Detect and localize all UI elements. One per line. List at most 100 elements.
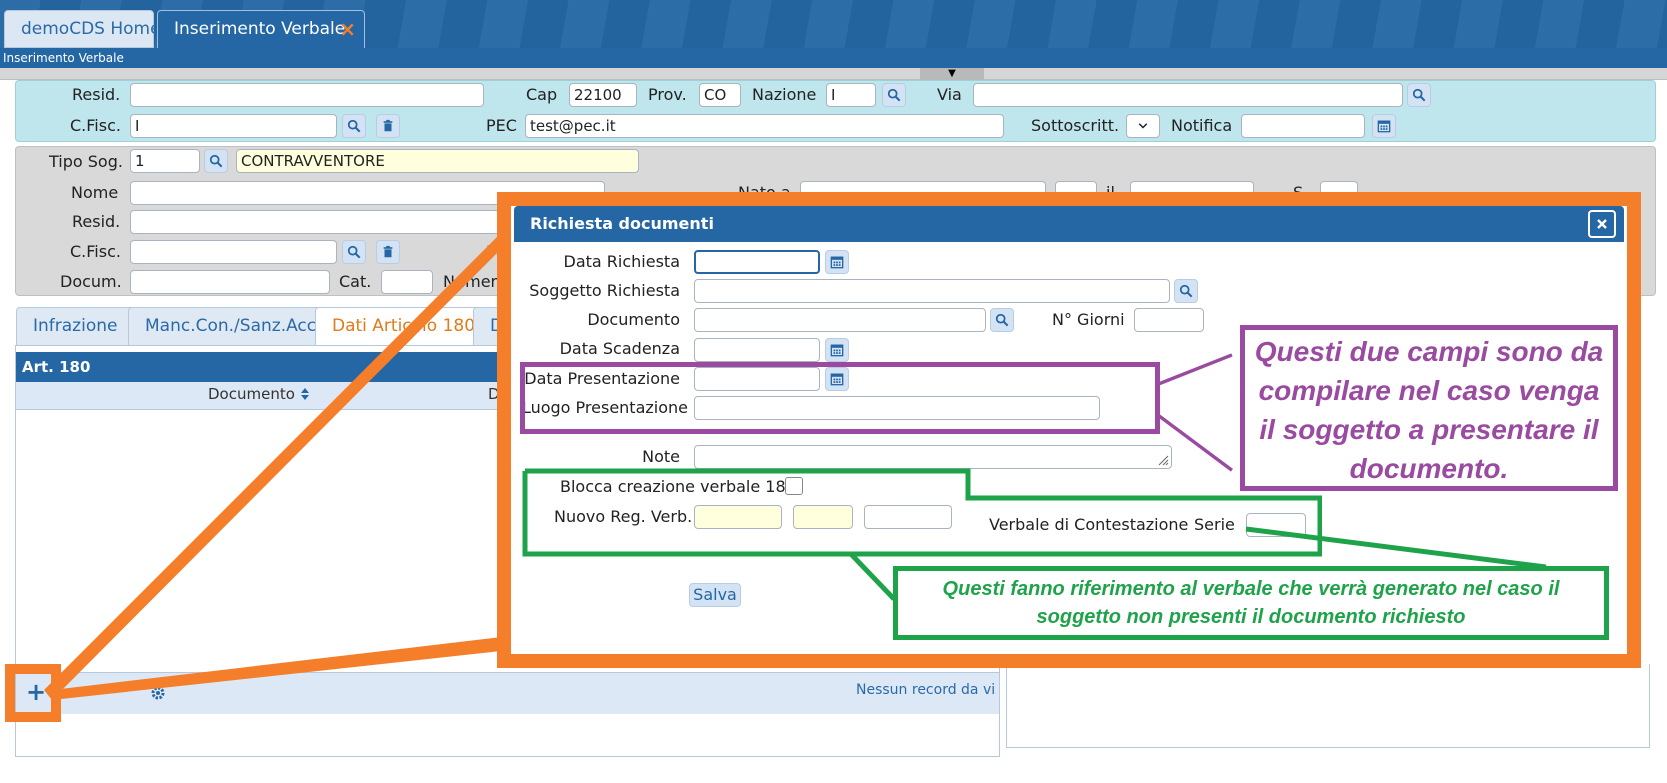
nuovo-reg-label: Nuovo Reg. Verb.: [554, 507, 693, 526]
tab-manc-con[interactable]: Manc.Con./Sanz.Acc.: [128, 307, 339, 345]
close-icon[interactable]: ×: [339, 11, 356, 47]
documento-label: Documento: [587, 310, 680, 329]
data-scadenza-input[interactable]: [694, 338, 820, 362]
salva-button[interactable]: Salva: [689, 583, 741, 607]
via-label: Via: [937, 85, 962, 104]
pec-input[interactable]: test@pec.it: [525, 114, 1004, 138]
n-giorni-label: N° Giorni: [1052, 310, 1125, 329]
tab-manc-con-label: Manc.Con./Sanz.Acc.: [145, 316, 322, 336]
via-search-button[interactable]: [1407, 83, 1431, 107]
calendar-icon: [830, 344, 844, 357]
chevron-down-icon[interactable]: ▼: [920, 68, 984, 80]
verbale-contestazione-label: Verbale di Contestazione: [989, 515, 1189, 534]
cap-label: Cap: [526, 85, 558, 104]
sottoscritt-label: Sottoscritt.: [1031, 116, 1120, 135]
nuovo-reg-input-2[interactable]: [793, 505, 853, 529]
gear-icon[interactable]: [150, 685, 166, 701]
calendar-icon: [830, 256, 844, 269]
resid-input[interactable]: [130, 83, 484, 107]
soggetto-richiesta-search-button[interactable]: [1174, 279, 1198, 303]
cfisc-search-button[interactable]: [342, 114, 366, 138]
note-textarea[interactable]: [694, 445, 1172, 469]
sort-icon: [300, 388, 309, 400]
data-scadenza-label: Data Scadenza: [559, 339, 680, 358]
numer-label: Numer: [443, 272, 498, 291]
nuovo-reg-input-1[interactable]: [694, 505, 782, 529]
prov-input[interactable]: CO: [699, 83, 741, 107]
resid-label: Resid.: [72, 85, 121, 104]
blocca-label: Blocca creazione verbale 180: [560, 477, 796, 496]
nome-label: Nome: [71, 183, 119, 202]
serie-label: Serie: [1194, 515, 1235, 534]
tipo-sog-description: CONTRAVVENTORE: [236, 149, 639, 173]
cfisc-delete-button[interactable]: [376, 114, 400, 138]
cat-label: Cat.: [339, 272, 372, 291]
empty-records-text: Nessun record da visualizzare: [856, 682, 996, 698]
pec-label: PEC: [486, 116, 517, 135]
nazione-input[interactable]: I: [826, 83, 876, 107]
note-label: Note: [642, 447, 680, 466]
breadcrumb: Inserimento Verbale: [0, 48, 1667, 68]
resize-handle-icon[interactable]: [1157, 454, 1169, 466]
purple-highlight-box: [520, 362, 1160, 434]
trash-icon: [383, 119, 393, 132]
dialog-title: Richiesta documenti: [514, 206, 1624, 242]
purple-callout-text: Questi due campi sono da compilare nel c…: [1254, 336, 1604, 484]
docum-label: Docum.: [60, 272, 122, 291]
tab-inserimento-verbale-label: Inserimento Verbale: [174, 19, 346, 39]
search-icon: [209, 154, 223, 168]
blocca-checkbox[interactable]: [785, 477, 803, 495]
green-callout-text: Questi fanno riferimento al verbale che …: [942, 578, 1560, 628]
col-documento-label: Documento: [208, 385, 295, 403]
cfisc2-label: C.Fisc.: [70, 242, 121, 261]
documento-input[interactable]: [694, 308, 986, 332]
nazione-search-button[interactable]: [882, 83, 906, 107]
calendar-icon: [1377, 120, 1391, 133]
search-icon: [1179, 284, 1193, 298]
splitter-bar[interactable]: [0, 68, 1667, 80]
dialog-close-button[interactable]: [1588, 210, 1616, 238]
tab-inserimento-verbale[interactable]: Inserimento Verbale ×: [157, 10, 365, 48]
cat-input[interactable]: [381, 270, 433, 294]
cfisc-input[interactable]: I: [130, 114, 337, 138]
search-icon: [347, 119, 361, 133]
documento-search-button[interactable]: [990, 308, 1014, 332]
tab-dati-articolo-180[interactable]: Dati Articolo 180: [315, 307, 493, 345]
notifica-input[interactable]: [1241, 114, 1365, 138]
cfisc2-delete-button[interactable]: [376, 240, 400, 264]
cap-input[interactable]: 22100: [569, 83, 637, 107]
notifica-calendar-button[interactable]: [1372, 114, 1396, 138]
search-icon: [995, 313, 1009, 327]
via-input[interactable]: [973, 83, 1403, 107]
close-icon: [1597, 219, 1607, 229]
p-label: P: [486, 242, 496, 261]
nuovo-reg-input-3[interactable]: [864, 505, 952, 529]
search-icon: [347, 245, 361, 259]
data-richiesta-input[interactable]: [694, 250, 820, 274]
tab-home[interactable]: demoCDS Home: [4, 10, 161, 48]
tab-infrazione[interactable]: Infrazione: [16, 307, 135, 345]
col-documento[interactable]: Documento: [208, 385, 310, 403]
data-scadenza-calendar-button[interactable]: [825, 338, 849, 362]
data-richiesta-calendar-button[interactable]: [825, 250, 849, 274]
soggetto-richiesta-input[interactable]: [694, 279, 1170, 303]
tipo-sog-input[interactable]: 1: [130, 149, 200, 173]
cfisc2-input[interactable]: [130, 240, 337, 264]
search-icon: [887, 88, 901, 102]
chevron-down-icon: [1138, 123, 1148, 129]
serie-input[interactable]: [1246, 513, 1306, 537]
tipo-sog-label: Tipo Sog.: [49, 152, 123, 171]
soggetto-richiesta-label: Soggetto Richiesta: [529, 281, 680, 300]
n-giorni-input[interactable]: [1134, 308, 1204, 332]
docum-input[interactable]: [130, 270, 330, 294]
add-button-highlight: [5, 664, 61, 722]
sottoscritt-select[interactable]: [1126, 114, 1160, 138]
notifica-label: Notifica: [1171, 116, 1233, 135]
right-panel: [1006, 664, 1650, 748]
tab-infrazione-label: Infrazione: [33, 316, 118, 336]
resid2-label: Resid.: [72, 212, 121, 231]
cfisc2-search-button[interactable]: [342, 240, 366, 264]
nazione-label: Nazione: [752, 85, 817, 104]
trash-icon: [383, 245, 393, 258]
tipo-sog-search-button[interactable]: [204, 149, 228, 173]
